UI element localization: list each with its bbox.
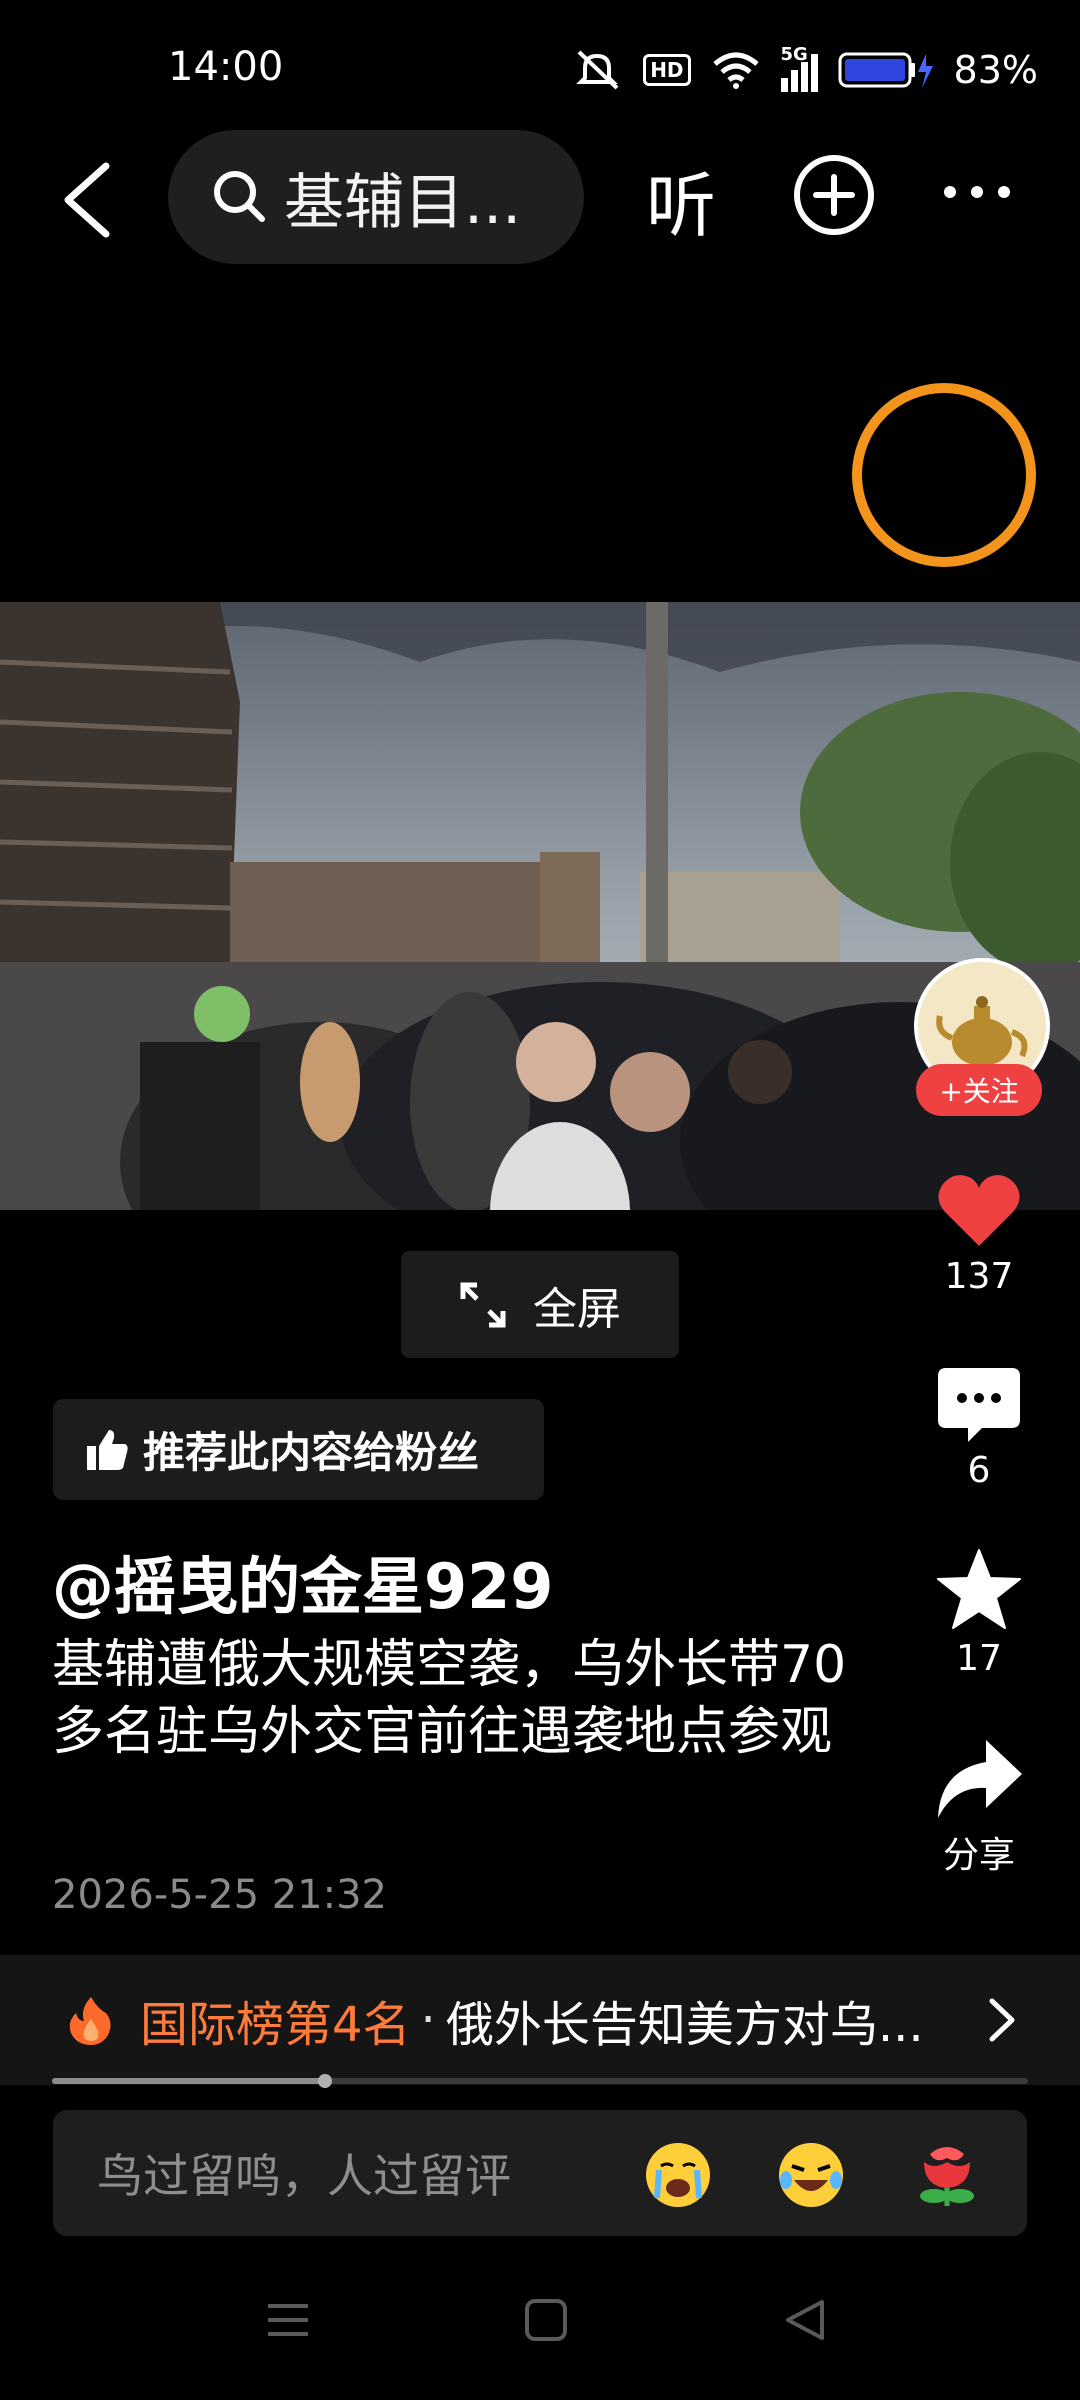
search-bar[interactable]: 基辅目... — [168, 130, 584, 264]
fire-icon — [69, 1997, 111, 2045]
network-type: 5G — [780, 44, 808, 65]
back-nav-icon[interactable] — [782, 2298, 826, 2342]
rose-emoji[interactable] — [912, 2140, 982, 2210]
post-timestamp: 2026-5-25 21:32 — [52, 1872, 387, 1918]
comment-icon — [938, 1368, 1020, 1442]
wifi-icon — [712, 52, 759, 89]
status-time: 14:00 — [168, 44, 284, 90]
comment-placeholder: 鸟过留鸣，人过留评 — [97, 2149, 511, 2203]
fullscreen-label: 全屏 — [533, 1283, 621, 1335]
share-label: 分享 — [942, 1835, 1015, 1876]
menu-nav-icon[interactable] — [266, 2298, 310, 2342]
comment-input[interactable]: 鸟过留鸣，人过留评 — [53, 2110, 1027, 2236]
comment-count: 6 — [967, 1450, 991, 1491]
favorite-button[interactable]: 17 — [920, 1548, 1038, 1679]
expand-icon — [460, 1282, 506, 1327]
more-icon[interactable] — [942, 180, 1012, 204]
add-icon[interactable] — [792, 153, 876, 237]
back-icon[interactable] — [58, 160, 114, 240]
search-text: 基辅目... — [284, 167, 522, 238]
like-button[interactable]: 137 — [920, 1172, 1038, 1297]
mute-icon — [576, 50, 619, 90]
status-icons: HD 5G 83% — [571, 44, 1038, 94]
like-count: 137 — [944, 1256, 1014, 1297]
follow-button[interactable]: +关注 — [916, 1064, 1042, 1116]
chevron-right-icon[interactable] — [988, 1997, 1016, 2043]
video-progress-knob[interactable] — [318, 2074, 333, 2088]
post-description: 基辅遭俄大规模空袭，乌外长带70多名驻乌外交官前往遇袭地点参观 — [52, 1635, 847, 1762]
recommend-label: 推荐此内容给粉丝 — [143, 1428, 480, 1477]
timer-ring[interactable] — [852, 383, 1036, 567]
home-nav-icon[interactable] — [524, 2298, 568, 2342]
battery-percent: 83% — [953, 48, 1038, 92]
fullscreen-button[interactable]: 全屏 — [401, 1251, 679, 1358]
heart-icon — [938, 1175, 1020, 1246]
share-button[interactable]: 分享 — [920, 1740, 1038, 1878]
author-name[interactable]: @摇曳的金星929 — [52, 1536, 553, 1626]
trending-rank: 国际榜第4名 — [140, 1997, 411, 2053]
trending-headline: 俄外长告知美方对乌... — [445, 1997, 924, 2053]
recommend-button[interactable]: 推荐此内容给粉丝 — [53, 1399, 544, 1500]
favorite-count: 17 — [956, 1638, 1002, 1679]
comment-button[interactable]: 6 — [920, 1368, 1038, 1491]
star-icon — [937, 1549, 1021, 1629]
listen-button[interactable]: 听 — [646, 150, 716, 251]
search-icon — [214, 171, 265, 222]
share-icon — [938, 1740, 1022, 1818]
video-player[interactable] — [0, 602, 1080, 1210]
crying-emoji[interactable] — [643, 2140, 713, 2210]
trending-bar[interactable]: 国际榜第4名 · 俄外长告知美方对乌... — [0, 1955, 1080, 2085]
laughing-emoji[interactable] — [776, 2140, 846, 2210]
hd-badge: HD — [643, 54, 691, 86]
signal-icon: 5G — [780, 44, 818, 92]
trending-separator: · — [420, 1992, 436, 2048]
video-frame — [0, 602, 1080, 1210]
thumbs-up-icon — [87, 1429, 128, 1470]
battery-icon — [838, 52, 933, 88]
video-progress-fill — [52, 2078, 326, 2084]
